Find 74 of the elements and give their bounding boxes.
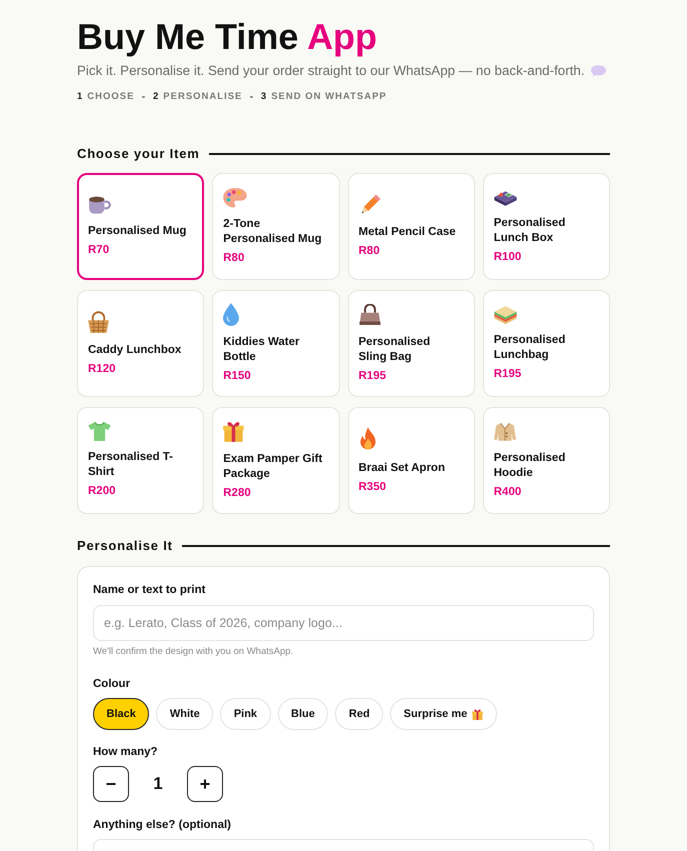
product-card[interactable]: Caddy Lunchbox R120 — [77, 290, 204, 397]
product-price: R200 — [88, 484, 116, 499]
product-card[interactable]: 2-Tone Personalised Mug R80 — [212, 173, 340, 280]
coat-icon — [494, 422, 516, 442]
product-price: R120 — [88, 362, 116, 376]
product-card[interactable]: Personalised Mug R70 — [77, 173, 204, 280]
increase-button[interactable]: + — [187, 766, 223, 802]
step-label: SEND ON WHATSAPP — [271, 91, 387, 103]
water-drop-icon — [223, 303, 240, 326]
product-card[interactable]: Kiddies Water Bottle R150 — [212, 290, 340, 397]
product-card[interactable]: Braai Set Apron R350 — [348, 407, 475, 514]
product-name: Personalised T-Shirt — [88, 450, 174, 480]
field-label: Anything else? (optional) — [93, 818, 232, 832]
product-price: R80 — [358, 244, 380, 259]
product-price: R100 — [494, 250, 522, 265]
product-price: R80 — [223, 250, 244, 266]
product-card[interactable]: Personalised T-Shirt R200 — [77, 407, 204, 514]
step-label: CHOOSE — [87, 91, 134, 103]
field-hint: We'll confirm the design with you on WhatsApp. — [93, 646, 294, 658]
colour-option[interactable]: Red — [335, 698, 384, 730]
colour-option[interactable]: Blue — [278, 698, 328, 730]
step-number: 2 — [152, 91, 160, 103]
product-name: Personalised Sling Bag — [358, 334, 432, 364]
name-input-field[interactable]: e.g. Lerato, Class of 2026, company logo... — [93, 605, 594, 641]
product-name: Personalised Mug — [88, 224, 186, 238]
sandwich-icon — [494, 305, 517, 324]
step-number: 1 — [77, 91, 84, 103]
step-number: 3 — [260, 91, 268, 103]
decrease-button[interactable]: − — [93, 766, 129, 802]
product-price: R195 — [494, 367, 522, 382]
field-label: Colour — [93, 677, 132, 691]
section-heading: Personalise It — [77, 538, 173, 554]
colour-option[interactable]: Surprise me — [390, 698, 497, 730]
speech-bubble-icon — [590, 65, 606, 77]
colour-option[interactable]: Pink — [220, 698, 271, 730]
flame-icon — [358, 426, 376, 452]
basket-icon — [88, 310, 109, 334]
gift-icon — [472, 708, 484, 720]
paint-palette-icon — [223, 188, 248, 208]
product-price: R350 — [358, 480, 386, 494]
product-card[interactable]: Exam Pamper Gift Package R280 — [212, 407, 340, 514]
product-name: Exam Pamper Gift Package — [223, 452, 324, 482]
product-price: R70 — [88, 242, 110, 258]
product-name: Personalised Lunch Box — [494, 216, 566, 246]
product-name: 2-Tone Personalised Mug — [223, 216, 323, 246]
colour-option[interactable]: White — [156, 698, 214, 730]
section-heading: Choose your Item — [77, 146, 200, 162]
colour-option[interactable]: Black — [93, 698, 150, 730]
notes-input-field[interactable] — [93, 839, 594, 851]
product-price: R280 — [223, 486, 251, 501]
product-card[interactable]: Personalised Lunch Box R100 — [482, 173, 610, 280]
product-name: Caddy Lunchbox — [88, 342, 182, 358]
product-card[interactable]: Metal Pencil Case R80 — [348, 173, 475, 280]
field-label: Name or text to print — [93, 583, 206, 597]
product-name: Metal Pencil Case — [358, 225, 456, 240]
step-label: PERSONALISE — [163, 91, 242, 103]
handbag-icon — [358, 304, 380, 326]
product-name: Personalised Lunchbag — [494, 333, 566, 363]
t-shirt-icon — [88, 422, 111, 441]
subtitle-text: Pick it. Personalise it. Send your order straight to our WhatsApp — no back-and-forth. — [77, 63, 585, 79]
product-name: Kiddies Water Bottle — [223, 335, 301, 365]
mug-icon — [88, 196, 112, 214]
product-card[interactable]: Personalised Lunchbag R195 — [482, 290, 610, 397]
product-card[interactable]: Personalised Hoodie R400 — [482, 407, 610, 514]
product-price: R195 — [358, 368, 386, 384]
product-card[interactable]: Personalised Sling Bag R195 — [348, 290, 475, 397]
gift-icon — [223, 420, 244, 443]
product-name: Braai Set Apron — [358, 460, 445, 476]
field-label: How many? — [93, 745, 159, 759]
product-price: R400 — [494, 484, 522, 500]
quantity-value: 1 — [152, 774, 164, 794]
product-name: Personalised Hoodie — [494, 450, 566, 480]
product-price: R150 — [223, 369, 251, 384]
app-title: Buy Me Time App — [77, 16, 378, 58]
